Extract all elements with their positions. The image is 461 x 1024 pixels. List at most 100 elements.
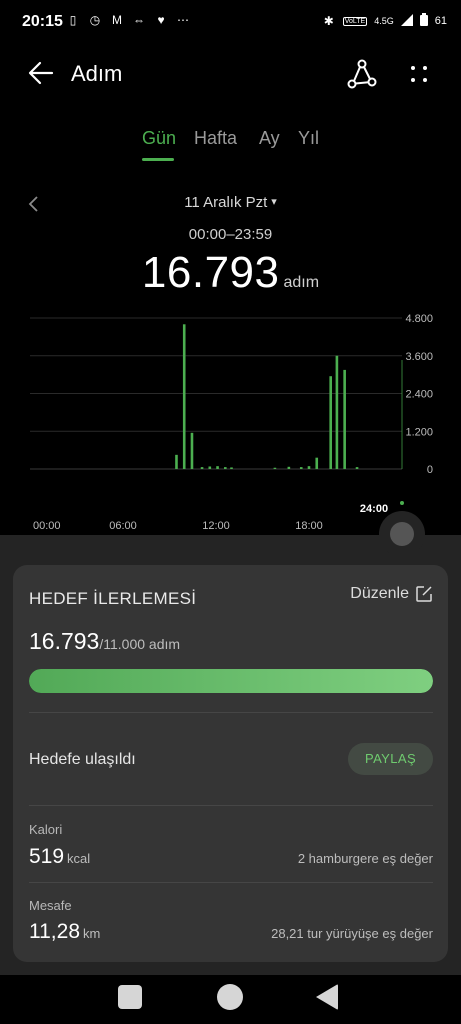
time-range: 00:00–23:59: [188, 226, 273, 243]
steps-total: 16.793: [141, 248, 280, 297]
steps-unit: adım: [283, 274, 320, 291]
system-back-button[interactable]: [316, 984, 338, 1010]
x-tick-label: 18:00: [295, 520, 323, 532]
app-icon: ♥: [157, 13, 165, 27]
tab-day[interactable]: Gün: [142, 128, 176, 149]
distance-label: Mesafe: [29, 898, 72, 913]
goal-target: /11.000 adım: [99, 636, 181, 652]
chart-bars: [175, 324, 359, 469]
system-icons: ✱ VoLTE 4.5G 61: [322, 13, 447, 29]
y-tick-label: 1.200: [405, 426, 433, 438]
gmail-icon: M: [112, 13, 122, 27]
system-navigation-bar: [0, 975, 461, 1024]
status-time: 20:15: [22, 13, 63, 30]
current-time-marker: 24:00: [360, 360, 404, 515]
x-tick-label: 06:00: [109, 520, 137, 532]
battery-icon: [419, 13, 428, 29]
steps-chart[interactable]: 4.800 3.600 2.400 1.200 0 00:00 06:00 12:00 18:…: [0, 300, 461, 540]
network-type: 4.5G: [374, 16, 394, 26]
edit-label: Düzenle: [350, 585, 409, 602]
vibrate-icon: ▯: [69, 13, 77, 27]
y-tick-label: 4.800: [405, 313, 433, 325]
chart-bar: [182, 324, 186, 469]
chart-bar: [307, 466, 311, 469]
chart-bar: [190, 432, 194, 469]
goal-progress-fill: [29, 669, 433, 693]
chart-grid: [30, 317, 402, 470]
timeline-scrubber-handle[interactable]: [390, 522, 414, 546]
chart-bar: [175, 454, 178, 469]
tab-year[interactable]: Yıl: [298, 128, 319, 149]
distance-unit: km: [83, 926, 101, 941]
y-axis-ticks: 4.800 3.600 2.400 1.200 0: [405, 313, 433, 476]
back-arrow-icon: [28, 61, 54, 85]
edit-goal-button[interactable]: Düzenle: [350, 585, 433, 603]
chart-bar: [224, 467, 227, 469]
home-button[interactable]: [217, 984, 243, 1010]
tab-month[interactable]: Ay: [259, 128, 280, 149]
tab-week[interactable]: Hafta: [194, 128, 237, 149]
more-vertical-icon: [411, 66, 427, 82]
calories-unit: kcal: [67, 851, 91, 866]
edit-icon: [416, 586, 432, 602]
goal-progress-bar: [29, 669, 433, 693]
volte-icon: VoLTE: [342, 16, 368, 26]
share-icon: [347, 59, 377, 89]
distance-equivalent: 28,21 tur yürüyüşe eş değer: [271, 926, 433, 941]
chart-bar: [329, 376, 332, 469]
back-button[interactable]: [26, 58, 56, 88]
bluetooth-icon: ✱: [323, 14, 334, 28]
period-tabs: Gün Hafta Ay Yıl: [0, 128, 461, 162]
x-tick-label: 12:00: [202, 520, 230, 532]
alarm-icon: ◷: [89, 13, 101, 27]
card-title: HEDEF İLERLEMESİ: [29, 589, 197, 608]
chart-bar: [273, 467, 277, 469]
calories-equivalent: 2 hamburgere eş değer: [297, 851, 433, 866]
chart-bar: [315, 457, 319, 469]
divider: [29, 712, 433, 713]
chart-bar: [355, 467, 359, 469]
chart-bar: [299, 467, 303, 469]
current-time-dot: [400, 501, 404, 505]
steps-summary: 16.793 adım: [0, 248, 461, 298]
battery-level: 61: [434, 15, 447, 27]
chart-bar: [230, 467, 233, 469]
chart-bar: [200, 467, 204, 469]
y-tick-label: 2.400: [405, 389, 433, 401]
sync-icon: ⇔: [133, 13, 145, 27]
x-axis-ticks: 00:00 06:00 12:00 18:00: [33, 520, 323, 532]
calories-label: Kalori: [29, 822, 63, 837]
chart-bar: [287, 466, 291, 469]
date-picker[interactable]: 11 Aralık Pzt ▾: [0, 194, 461, 211]
more-options-button[interactable]: [403, 58, 435, 90]
y-tick-label: 3.600: [405, 351, 433, 363]
notification-icons: ▯ ◷ M ⇔ ♥ ⋯: [66, 13, 190, 27]
share-button[interactable]: [346, 58, 378, 90]
more-icon: ⋯: [177, 13, 189, 27]
active-tab-indicator: [142, 158, 174, 161]
dropdown-arrow-icon: ▾: [271, 196, 277, 208]
x-tick-label: 00:00: [33, 520, 61, 532]
chart-bar: [216, 466, 219, 469]
goal-status: Hedefe ulaşıldı: [29, 751, 136, 768]
date-navigator: 11 Aralık Pzt ▾: [0, 194, 461, 218]
app-bar: Adım: [0, 50, 461, 98]
distance-metric: 11,28 km: [29, 920, 100, 944]
chart-bar: [208, 466, 212, 469]
status-bar: 20:15 ▯ ◷ M ⇔ ♥ ⋯ ✱ VoLTE 4.5G 61: [0, 0, 461, 44]
date-label: 11 Aralık Pzt: [184, 194, 268, 211]
signal-icon: [400, 13, 413, 29]
divider: [29, 805, 433, 806]
current-time-label: 24:00: [360, 503, 388, 515]
recent-apps-button[interactable]: [118, 985, 142, 1009]
page-title: Adım: [71, 61, 123, 86]
distance-value: 11,28: [29, 920, 80, 943]
chart-bar: [335, 355, 339, 469]
divider: [29, 882, 433, 883]
goal-progress-card: HEDEF İLERLEMESİ Düzenle 16.793/11.000 a…: [13, 565, 448, 962]
y-tick-label: 0: [427, 464, 433, 476]
share-achievement-button[interactable]: PAYLAŞ: [348, 743, 433, 775]
calories-value: 519: [29, 845, 65, 868]
calories-metric: 519 kcal: [29, 845, 90, 869]
chart-bar: [343, 369, 346, 469]
